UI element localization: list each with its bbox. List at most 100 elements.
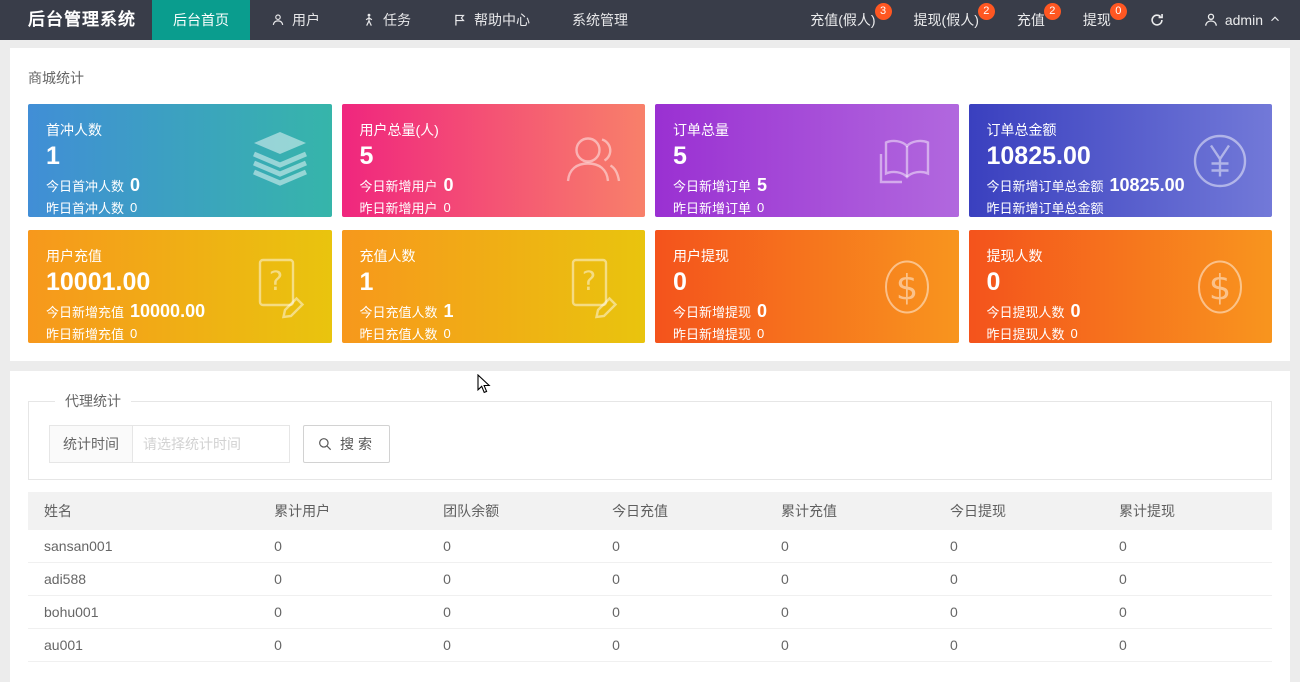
navbar-right: 充值(假人)3提现(假人)2充值2提现0 admin	[791, 0, 1300, 40]
yuan-icon	[1188, 129, 1252, 193]
agent-value-cell: 0	[765, 629, 934, 662]
stat-card-3: 订单总金额10825.00今日新增订单总金额10825.00昨日新增订单总金额	[969, 104, 1273, 217]
stat-card-2: 订单总量5今日新增订单5昨日新增订单0	[655, 104, 959, 217]
agent-value-cell: 0	[765, 563, 934, 596]
nav-item-4[interactable]: 系统管理	[551, 0, 649, 40]
card-today-label: 今日新增订单	[673, 176, 751, 195]
nav-right-label: 提现(假人)	[914, 10, 979, 30]
stat-card-4: 用户充值10001.00今日新增充值10000.00昨日新增充值0?	[28, 230, 332, 343]
card-today-label: 今日新增订单总金额	[987, 176, 1104, 195]
table-header-cell: 今日提现	[934, 492, 1103, 530]
stat-card-6: 用户提现0今日新增提现0昨日新增提现0$	[655, 230, 959, 343]
table-header-cell: 今日充值	[596, 492, 765, 530]
card-yesterday-value: 0	[130, 326, 137, 341]
card-today-label: 今日提现人数	[987, 302, 1065, 321]
stat-card-1: 用户总量(人)5今日新增用户0昨日新增用户0	[342, 104, 646, 217]
nav-item-2[interactable]: 任务	[341, 0, 432, 40]
nav-right-item-1[interactable]: 提现(假人)2	[895, 0, 998, 40]
dollar-icon: $	[1188, 255, 1252, 319]
agent-value-cell: 0	[596, 596, 765, 629]
doc-question-icon: ?	[561, 255, 625, 319]
nav-item-label: 后台首页	[173, 10, 229, 30]
card-today-value: 0	[757, 301, 767, 322]
nav-item-1[interactable]: 用户	[250, 0, 341, 40]
svg-text:$: $	[1209, 268, 1231, 308]
card-yesterday-line: 昨日新增充值 0	[46, 324, 314, 343]
main-content: 商城统计 首冲人数1今日首冲人数0昨日首冲人数0用户总量(人)5今日新增用户0昨…	[0, 48, 1300, 682]
users-icon	[561, 129, 625, 193]
card-icon-wrap: ?	[561, 255, 625, 319]
agent-value-cell: 0	[934, 596, 1103, 629]
card-icon-wrap	[561, 129, 625, 193]
agent-value-cell: 0	[427, 596, 596, 629]
refresh-icon	[1149, 12, 1165, 28]
card-icon-wrap	[1188, 129, 1252, 193]
agent-value-cell: 0	[934, 530, 1103, 563]
card-yesterday-value: 0	[444, 200, 451, 215]
user-icon	[1203, 12, 1219, 28]
nav-right-item-3[interactable]: 提现0	[1064, 0, 1130, 40]
card-today-label: 今日新增用户	[360, 176, 438, 195]
username: admin	[1225, 12, 1263, 28]
card-yesterday-label: 昨日新增用户	[360, 198, 438, 217]
card-yesterday-label: 昨日充值人数	[360, 324, 438, 343]
card-today-label: 今日充值人数	[360, 302, 438, 321]
nav-right-item-0[interactable]: 充值(假人)3	[791, 0, 894, 40]
table-header-cell: 累计提现	[1103, 492, 1272, 530]
agent-value-cell: 0	[1103, 530, 1272, 563]
agent-value-cell: 0	[1103, 563, 1272, 596]
search-button[interactable]: 搜索	[303, 425, 390, 463]
card-yesterday-line: 昨日新增提现0	[673, 324, 941, 343]
nav-item-0[interactable]: 后台首页	[152, 0, 250, 40]
stat-card-7: 提现人数0今日提现人数0昨日提现人数0$	[969, 230, 1273, 343]
agent-value-cell: 0	[765, 530, 934, 563]
agent-value-cell: 0	[596, 563, 765, 596]
nav-item-3[interactable]: 帮助中心	[432, 0, 551, 40]
card-yesterday-line: 昨日新增订单0	[673, 198, 941, 217]
agent-value-cell: 0	[596, 530, 765, 563]
agent-name-cell: au001	[28, 629, 258, 662]
card-today-value: 5	[757, 175, 767, 196]
card-today-value: 1	[444, 301, 454, 322]
book-icon	[875, 129, 939, 193]
agent-stats-fieldset: 代理统计 统计时间 搜索	[28, 391, 1272, 480]
stat-time-input[interactable]	[132, 425, 290, 463]
user-icon	[271, 13, 285, 27]
user-menu[interactable]: admin	[1184, 0, 1300, 40]
refresh-button[interactable]	[1130, 0, 1184, 40]
agent-value-cell: 0	[427, 530, 596, 563]
nav-right-item-2[interactable]: 充值2	[998, 0, 1064, 40]
agent-value-cell: 0	[258, 530, 427, 563]
agent-value-cell: 0	[596, 629, 765, 662]
card-today-value: 0	[130, 175, 140, 196]
table-header-cell: 累计用户	[258, 492, 427, 530]
card-yesterday-line: 昨日首冲人数0	[46, 198, 314, 217]
card-yesterday-value: 0	[444, 326, 451, 341]
svg-text:?: ?	[268, 266, 282, 297]
app-title: 后台管理系统	[0, 0, 152, 40]
agent-stats-panel: 代理统计 统计时间 搜索 姓名累计用户团队余额今日充值累计充值今日提现累计提现 …	[10, 371, 1290, 682]
card-yesterday-label: 昨日首冲人数	[46, 198, 124, 217]
notification-badge: 2	[978, 3, 995, 20]
card-yesterday-label: 昨日新增充值	[46, 324, 124, 343]
card-today-value: 0	[1071, 301, 1081, 322]
search-form: 统计时间 搜索	[49, 425, 1251, 463]
agent-value-cell: 0	[258, 563, 427, 596]
main-menu: 后台首页 用户 任务 帮助中心系统管理	[152, 0, 649, 40]
search-icon	[317, 436, 333, 452]
card-icon-wrap: ?	[248, 255, 312, 319]
search-button-label: 搜索	[340, 434, 376, 454]
agent-value-cell: 0	[427, 563, 596, 596]
nav-item-label: 任务	[383, 10, 411, 30]
agent-value-cell: 0	[427, 629, 596, 662]
table-row: bohu001000000	[28, 596, 1272, 629]
nav-right-label: 充值	[1017, 10, 1045, 30]
agent-stats-title: 代理统计	[55, 391, 131, 411]
card-today-value: 10000.00	[130, 301, 205, 322]
agent-value-cell: 0	[765, 596, 934, 629]
card-yesterday-line: 昨日新增用户 0	[360, 198, 628, 217]
stat-cards-grid: 首冲人数1今日首冲人数0昨日首冲人数0用户总量(人)5今日新增用户0昨日新增用户…	[28, 104, 1272, 343]
card-icon-wrap: $	[875, 255, 939, 319]
nav-right-label: 提现	[1083, 10, 1111, 30]
table-row: adi588000000	[28, 563, 1272, 596]
